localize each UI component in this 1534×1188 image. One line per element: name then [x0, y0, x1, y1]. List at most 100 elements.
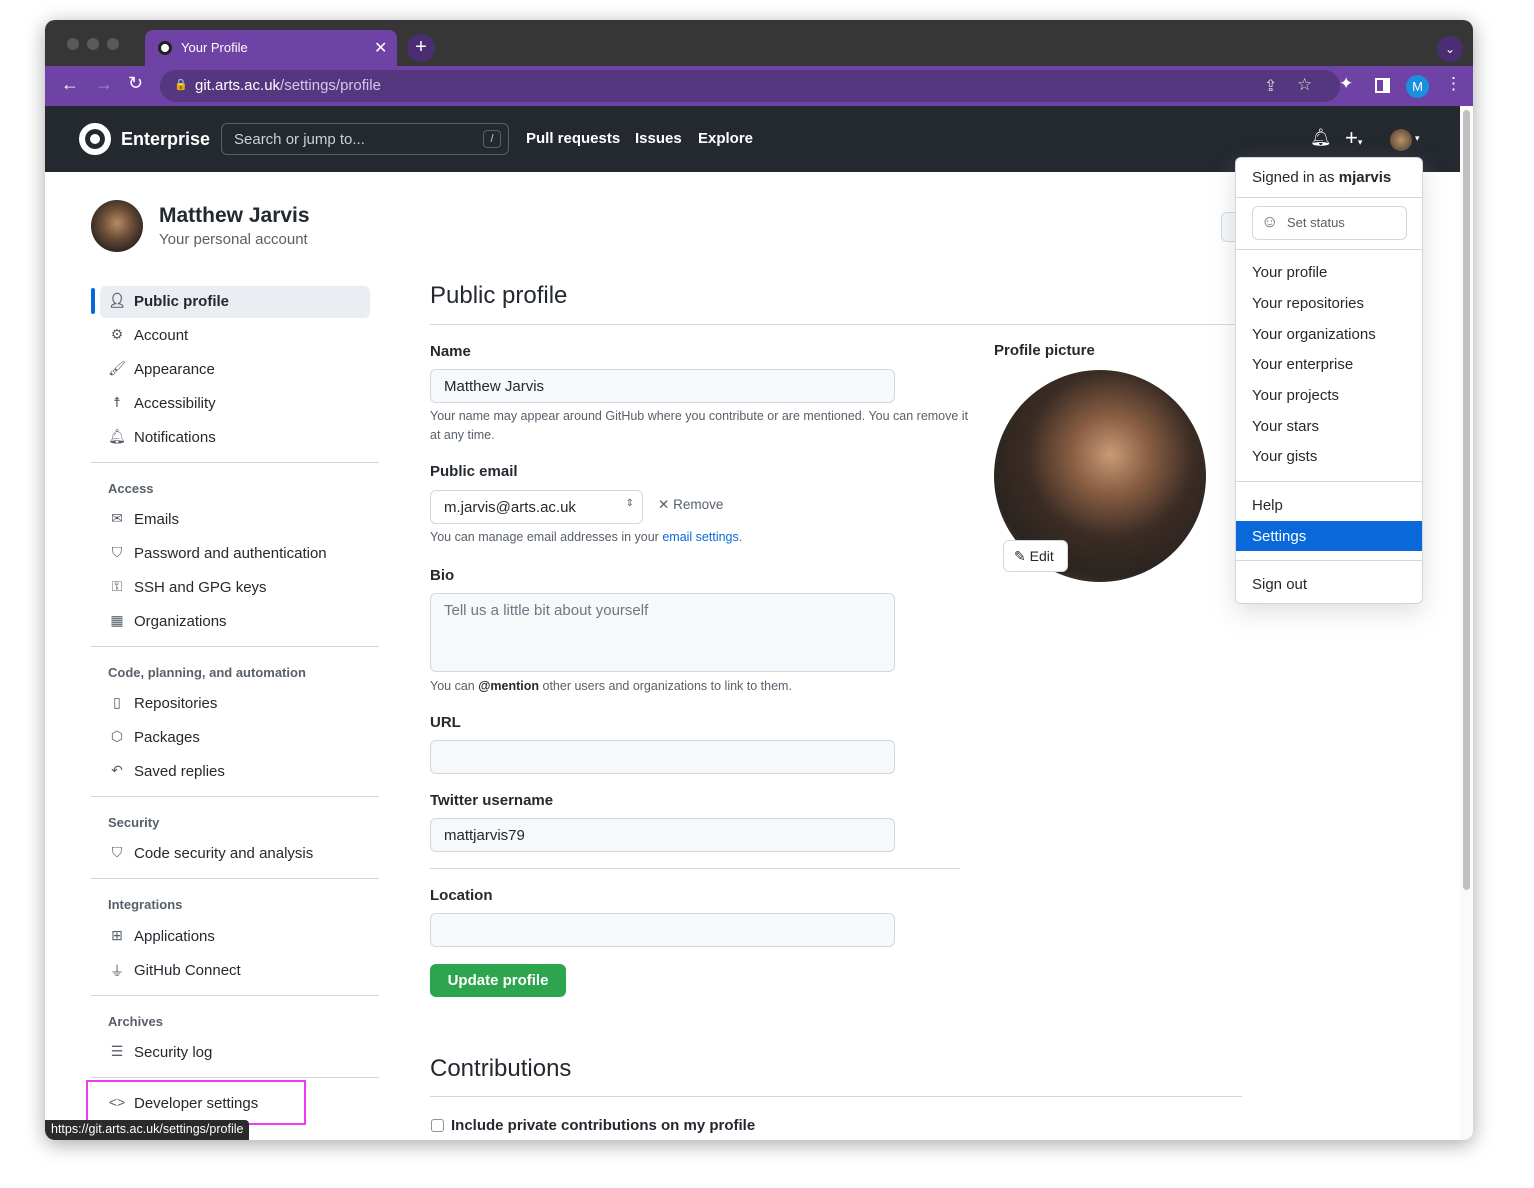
- address-bar[interactable]: 🔒 git.arts.ac.uk/settings/profile ⇪ ☆: [160, 70, 1340, 102]
- public-email-select[interactable]: m.jarvis@arts.ac.uk ⇕: [430, 490, 643, 524]
- pencil-icon: ✎: [1014, 548, 1026, 564]
- menu-your-gists[interactable]: Your gists: [1252, 448, 1317, 465]
- menu-sign-out[interactable]: Sign out: [1252, 576, 1307, 593]
- sidebar-item-repositories[interactable]: ▯ Repositories: [100, 688, 370, 720]
- plug-icon: ⏚: [110, 963, 124, 979]
- github-logo-icon[interactable]: [79, 123, 111, 155]
- sidebar-item-account[interactable]: ⚙ Account: [100, 320, 370, 352]
- contributions-title: Contributions: [430, 1055, 572, 1082]
- sidebar-item-emails[interactable]: ✉ Emails: [100, 504, 370, 536]
- bell-icon: 🔔︎: [108, 428, 126, 444]
- divider: [91, 796, 379, 797]
- browser-menu-icon[interactable]: ⋮: [1445, 74, 1462, 94]
- status-bar-url: https://git.arts.ac.uk/settings/profile: [45, 1120, 250, 1140]
- browser-toolbar: ← → ↻ 🔒 git.arts.ac.uk/settings/profile …: [45, 66, 1473, 106]
- close-tab-icon[interactable]: ✕: [374, 38, 387, 58]
- menu-help[interactable]: Help: [1252, 497, 1283, 514]
- bio-textarea[interactable]: Tell us a little bit about yourself: [430, 593, 895, 672]
- edit-picture-button[interactable]: ✎ Edit: [1003, 540, 1068, 572]
- divider: [430, 868, 960, 869]
- sidebar-item-notifications[interactable]: 🔔︎ Notifications: [100, 422, 370, 454]
- nav-pull-requests[interactable]: Pull requests: [526, 130, 620, 147]
- sidebar-item-label: Account: [134, 327, 189, 344]
- new-tab-button[interactable]: +: [407, 34, 435, 62]
- minimize-window-button[interactable]: [87, 38, 99, 50]
- account-name[interactable]: Matthew Jarvis: [159, 204, 310, 228]
- menu-your-projects[interactable]: Your projects: [1252, 387, 1339, 404]
- sidebar-item-label: Emails: [134, 511, 180, 528]
- bio-note: You can: [430, 679, 479, 693]
- sidebar-item-ssh-gpg[interactable]: ⚿ SSH and GPG keys: [100, 572, 370, 604]
- brand-label[interactable]: Enterprise: [121, 129, 210, 150]
- menu-your-stars[interactable]: Your stars: [1252, 418, 1319, 435]
- sidebar-item-password[interactable]: ⛉ Password and authentication: [100, 538, 370, 570]
- menu-your-repositories[interactable]: Your repositories: [1252, 295, 1364, 312]
- forward-icon[interactable]: →: [95, 74, 113, 95]
- bookmark-star-icon[interactable]: ☆: [1297, 75, 1312, 95]
- name-label: Name: [430, 343, 471, 360]
- menu-your-profile[interactable]: Your profile: [1252, 264, 1327, 281]
- share-icon[interactable]: ⇪: [1264, 76, 1277, 96]
- bio-label: Bio: [430, 567, 455, 584]
- user-avatar-menu[interactable]: [1390, 129, 1412, 151]
- mail-icon: ✉: [111, 510, 123, 526]
- maximize-window-button[interactable]: [107, 38, 119, 50]
- divider: [91, 878, 379, 879]
- section-heading-security: Security: [108, 815, 160, 830]
- nav-explore[interactable]: Explore: [698, 130, 753, 147]
- url-input[interactable]: [430, 740, 895, 774]
- scrollbar-thumb[interactable]: [1463, 110, 1470, 890]
- sidebar-item-label: Saved replies: [134, 763, 225, 780]
- set-status-button[interactable]: ☺ Set status: [1252, 206, 1407, 240]
- key-icon: ⚿: [111, 578, 123, 594]
- reload-icon[interactable]: ↻: [128, 73, 143, 94]
- private-contributions-checkbox[interactable]: [431, 1119, 444, 1132]
- browser-profile-avatar[interactable]: M: [1406, 75, 1429, 98]
- update-profile-button[interactable]: Update profile: [430, 964, 566, 997]
- divider: [91, 646, 379, 647]
- sidebar-item-github-connect[interactable]: ⏚ GitHub Connect: [100, 955, 370, 987]
- sidebar-item-applications[interactable]: ⊞ Applications: [100, 921, 370, 953]
- apps-icon: ⊞: [111, 927, 123, 943]
- sidebar-item-appearance[interactable]: 🖌︎ Appearance: [100, 354, 370, 386]
- sidebar-item-label: Repositories: [134, 695, 218, 712]
- sidebar-item-accessibility[interactable]: ☨ Accessibility: [100, 388, 370, 420]
- remove-email-button[interactable]: ✕ Remove: [658, 497, 723, 513]
- back-icon[interactable]: ←: [61, 74, 79, 95]
- sidebar-item-organizations[interactable]: ▦ Organizations: [100, 606, 370, 638]
- sidebar-item-label: Organizations: [134, 613, 227, 630]
- sidebar-item-label: Accessibility: [134, 395, 216, 412]
- close-window-button[interactable]: [67, 38, 79, 50]
- location-input[interactable]: [430, 913, 895, 947]
- sidebar-item-packages[interactable]: ⬡ Packages: [100, 722, 370, 754]
- search-input[interactable]: Search or jump to... /: [221, 123, 509, 155]
- twitter-input[interactable]: mattjarvis79: [430, 818, 895, 852]
- menu-your-enterprise[interactable]: Your enterprise: [1252, 356, 1353, 373]
- accessibility-icon: ☨: [113, 394, 121, 410]
- browser-tab[interactable]: Your Profile ✕: [145, 30, 397, 66]
- sidebar-item-code-security[interactable]: ⛉ Code security and analysis: [100, 838, 370, 870]
- sidebar-item-security-log[interactable]: ☰ Security log: [100, 1037, 370, 1069]
- section-heading-code: Code, planning, and automation: [108, 665, 306, 680]
- menu-your-organizations[interactable]: Your organizations: [1252, 326, 1376, 343]
- extensions-icon[interactable]: ✦: [1339, 74, 1353, 94]
- shield-lock-icon: ⛉: [111, 544, 123, 560]
- menu-settings[interactable]: Settings: [1236, 521, 1422, 551]
- email-settings-link[interactable]: email settings: [662, 530, 738, 544]
- create-new-plus-icon[interactable]: +▾: [1345, 125, 1362, 151]
- private-contributions-label[interactable]: Include private contributions on my prof…: [451, 1117, 755, 1134]
- nav-issues[interactable]: Issues: [635, 130, 682, 147]
- url-label: URL: [430, 714, 461, 731]
- scrollbar[interactable]: [1460, 106, 1473, 1140]
- github-favicon-icon: [158, 41, 172, 55]
- divider: [91, 1077, 379, 1078]
- tab-search-button[interactable]: ⌄: [1437, 36, 1463, 62]
- paintbrush-icon: 🖌︎: [108, 360, 126, 376]
- sidebar-item-saved-replies[interactable]: ↶ Saved replies: [100, 756, 370, 788]
- sidebar-item-public-profile[interactable]: 👤︎ Public profile: [100, 286, 370, 318]
- notifications-bell-icon[interactable]: 🔔︎: [1310, 128, 1332, 148]
- side-panel-icon[interactable]: [1375, 78, 1390, 93]
- name-input[interactable]: Matthew Jarvis: [430, 369, 895, 403]
- smiley-icon: ☺: [1261, 212, 1279, 231]
- sidebar-item-label: GitHub Connect: [134, 962, 241, 979]
